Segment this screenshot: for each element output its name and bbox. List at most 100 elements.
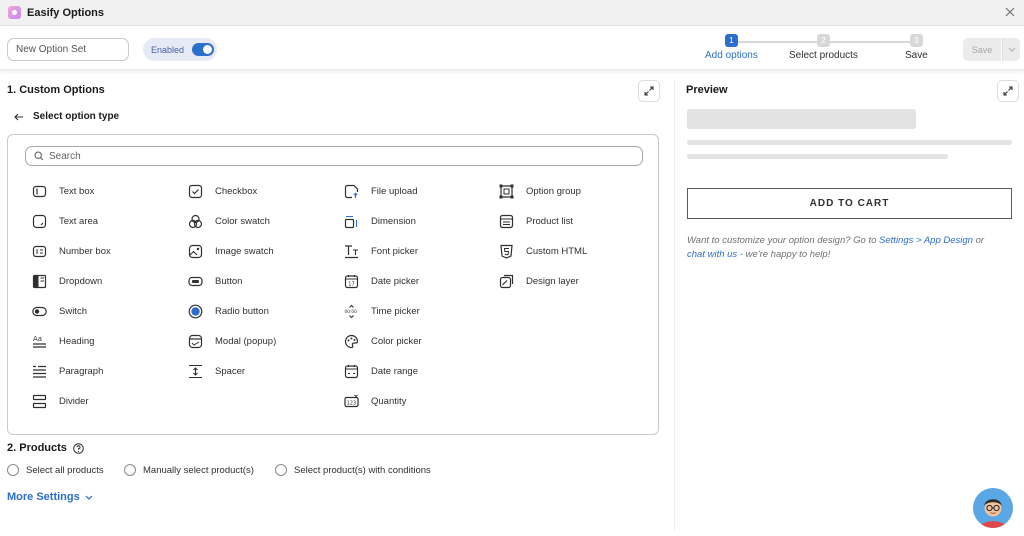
option-type-dropdown[interactable]: Dropdown xyxy=(31,270,102,292)
radio-label: Select product(s) with conditions xyxy=(294,464,431,476)
paragraph-icon xyxy=(31,363,47,379)
preview-help-text: Want to customize your option design? Go… xyxy=(687,234,1017,262)
help-prefix: Want to customize your option design? Go… xyxy=(687,235,880,246)
option-type-number-box[interactable]: Number box xyxy=(31,240,111,262)
color-swatch-icon xyxy=(187,213,203,229)
radio-circle[interactable] xyxy=(124,464,136,476)
option-type-spacer[interactable]: Spacer xyxy=(187,360,245,382)
products-section-header: 2. Products xyxy=(7,442,84,454)
custom-options-title: 1. Custom Options xyxy=(7,84,105,96)
help-suffix: - we're happy to help! xyxy=(737,249,831,260)
close-icon[interactable] xyxy=(1002,4,1018,20)
select-option-type-label: Select option type xyxy=(33,111,120,122)
svg-text:17: 17 xyxy=(348,281,354,287)
option-type-color-swatch[interactable]: Color swatch xyxy=(187,210,270,232)
more-settings-toggle[interactable]: More Settings xyxy=(7,491,93,503)
search-icon xyxy=(34,151,44,161)
svg-text:00:00: 00:00 xyxy=(344,309,357,315)
radio-select-all-products[interactable]: Select all products xyxy=(7,464,104,476)
option-type-paragraph[interactable]: Paragraph xyxy=(31,360,103,382)
option-type-time-picker[interactable]: 00:00 Time picker xyxy=(343,300,420,322)
checkbox-icon xyxy=(187,183,203,199)
option-type-list: Text box Text area Number box Dropdown S… xyxy=(7,134,659,435)
radio-manually-select-products[interactable]: Manually select product(s) xyxy=(124,464,254,476)
step-select-products[interactable]: 2 Select products xyxy=(789,34,858,61)
enabled-status: Enabled xyxy=(143,38,217,61)
option-type-label: Paragraph xyxy=(59,365,104,377)
svg-text:123: 123 xyxy=(346,400,356,406)
step-label: Save xyxy=(905,50,928,61)
option-type-label: Date range xyxy=(371,365,419,377)
enabled-label: Enabled xyxy=(151,44,185,55)
save-options-chevron-down-icon[interactable] xyxy=(1002,38,1020,61)
option-type-label: Button xyxy=(215,275,243,287)
option-type-label: Text area xyxy=(59,215,99,227)
search-input[interactable] xyxy=(49,150,609,162)
preview-title: Preview xyxy=(686,84,728,96)
option-type-modal[interactable]: Modal (popup) xyxy=(187,330,276,352)
option-type-dimension[interactable]: Dimension xyxy=(343,210,416,232)
chat-with-us-link[interactable]: chat with us xyxy=(687,249,737,260)
option-type-image-swatch[interactable]: Image swatch xyxy=(187,240,274,262)
enabled-toggle[interactable] xyxy=(192,43,214,56)
date-picker-icon: 17 xyxy=(343,273,359,289)
option-type-label: Product list xyxy=(526,215,573,227)
date-range-icon xyxy=(343,363,359,379)
divider-icon xyxy=(31,393,47,409)
option-type-product-list[interactable]: Product list xyxy=(498,210,573,232)
option-type-label: Date picker xyxy=(371,275,420,287)
svg-text:Aa: Aa xyxy=(33,335,42,343)
option-type-font-picker[interactable]: Font picker xyxy=(343,240,418,262)
help-mid: or xyxy=(972,235,985,246)
product-list-icon xyxy=(498,213,514,229)
expand-icon[interactable] xyxy=(638,80,660,102)
save-button[interactable]: Save xyxy=(963,38,1001,61)
option-type-design-layer[interactable]: Design layer xyxy=(498,270,579,292)
option-type-checkbox[interactable]: Checkbox xyxy=(187,180,257,202)
add-to-cart-button[interactable]: ADD TO CART xyxy=(687,188,1012,219)
search-field[interactable] xyxy=(25,146,643,166)
modal-icon xyxy=(187,333,203,349)
help-circle-icon[interactable] xyxy=(73,442,84,454)
support-chat-avatar[interactable] xyxy=(973,488,1013,528)
option-type-color-picker[interactable]: Color picker xyxy=(343,330,422,352)
option-type-switch[interactable]: Switch xyxy=(31,300,87,322)
option-type-radio-button[interactable]: Radio button xyxy=(187,300,269,322)
option-type-button[interactable]: Button xyxy=(187,270,242,292)
dropdown-icon xyxy=(31,273,47,289)
option-type-text-box[interactable]: Text box xyxy=(31,180,94,202)
option-type-divider[interactable]: Divider xyxy=(31,390,89,412)
step-save[interactable]: 3 Save xyxy=(905,34,928,61)
option-type-custom-html[interactable]: Custom HTML xyxy=(498,240,587,262)
quantity-icon: 123 xyxy=(343,393,359,409)
preview-panel: Preview ADD TO CART Want to customize yo… xyxy=(675,71,1024,536)
option-type-date-range[interactable]: Date range xyxy=(343,360,418,382)
option-type-label: Number box xyxy=(59,245,111,257)
option-type-label: Color swatch xyxy=(215,215,270,227)
option-set-name-input[interactable] xyxy=(7,38,129,61)
title-bar: Easify Options xyxy=(0,0,1024,26)
option-type-date-picker[interactable]: 17 Date picker xyxy=(343,270,419,292)
file-upload-icon xyxy=(343,183,359,199)
settings-app-design-link[interactable]: Settings > App Design xyxy=(879,235,973,246)
expand-icon[interactable] xyxy=(997,80,1019,102)
font-picker-icon xyxy=(343,243,359,259)
spacer-icon xyxy=(187,363,203,379)
step-add-options[interactable]: 1 Add options xyxy=(705,34,758,61)
radio-select-products-with-conditions[interactable]: Select product(s) with conditions xyxy=(275,464,431,476)
option-type-label: Divider xyxy=(59,395,89,407)
radio-circle[interactable] xyxy=(275,464,287,476)
option-group-icon xyxy=(498,183,514,199)
option-type-quantity[interactable]: 123 Quantity xyxy=(343,390,406,412)
back-to-option-types[interactable]: Select option type xyxy=(14,111,119,122)
option-type-heading[interactable]: Aa Heading xyxy=(31,330,94,352)
radio-circle[interactable] xyxy=(7,464,19,476)
app-title: Easify Options xyxy=(27,6,105,19)
radio-label: Manually select product(s) xyxy=(143,464,254,476)
option-type-label: Dropdown xyxy=(59,275,103,287)
option-type-option-group[interactable]: Option group xyxy=(498,180,581,202)
option-type-text-area[interactable]: Text area xyxy=(31,210,98,232)
app-logo-icon xyxy=(8,6,21,19)
progress-steps: 1 Add options 2 Select products 3 Save xyxy=(700,30,940,68)
option-type-file-upload[interactable]: File upload xyxy=(343,180,417,202)
